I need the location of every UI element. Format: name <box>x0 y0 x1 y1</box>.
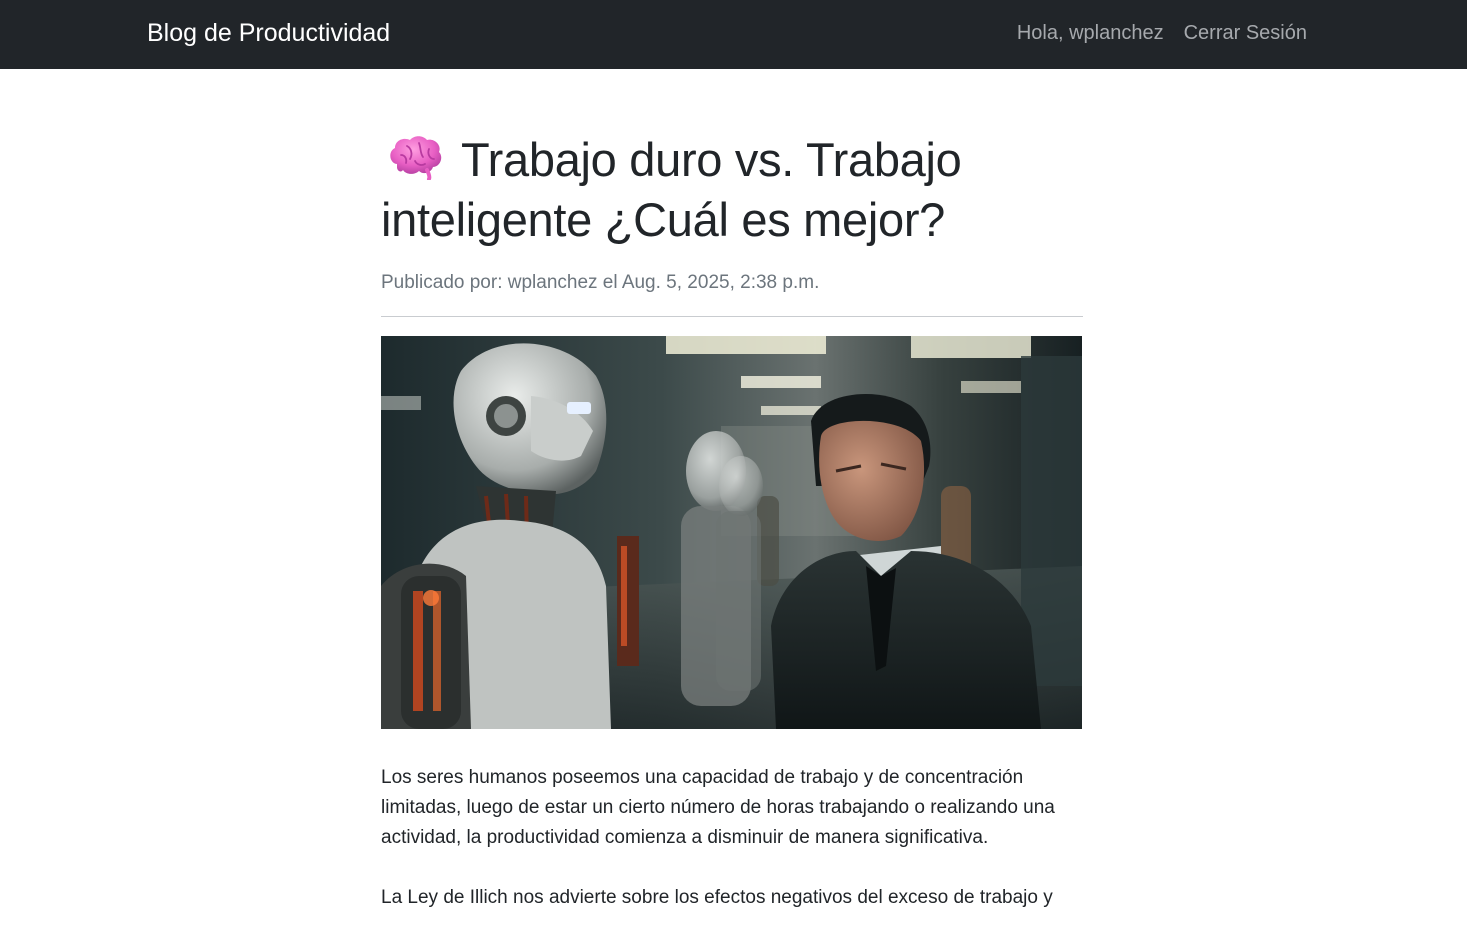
brain-icon <box>390 136 442 180</box>
post-image <box>381 336 1082 729</box>
post-title: Trabajo duro vs. Trabajo inteligente ¿Cu… <box>381 133 962 246</box>
post-meta: Publicado por: wplanchez el Aug. 5, 2025… <box>381 272 820 293</box>
post-paragraph-1: Los seres humanos poseemos una capacidad… <box>381 767 1055 848</box>
user-greeting-link[interactable]: Hola, wplanchez <box>1017 22 1164 45</box>
post-paragraph-2: La Ley de Illich nos advierte sobre los … <box>381 887 1053 908</box>
top-navbar: Blog de Productividad Hola, wplanchez Ce… <box>0 0 1467 69</box>
logout-link[interactable]: Cerrar Sesión <box>1184 22 1307 45</box>
post-title-heading: Trabajo duro vs. Trabajo inteligente ¿Cu… <box>381 130 1083 250</box>
nav-links: Hola, wplanchez Cerrar Sesión <box>1017 22 1307 45</box>
post-body: Los seres humanos poseemos una capacidad… <box>381 763 1083 913</box>
post-article: Trabajo duro vs. Trabajo inteligente ¿Cu… <box>381 130 1083 943</box>
divider <box>381 316 1083 317</box>
brand-link[interactable]: Blog de Productividad <box>147 19 390 48</box>
